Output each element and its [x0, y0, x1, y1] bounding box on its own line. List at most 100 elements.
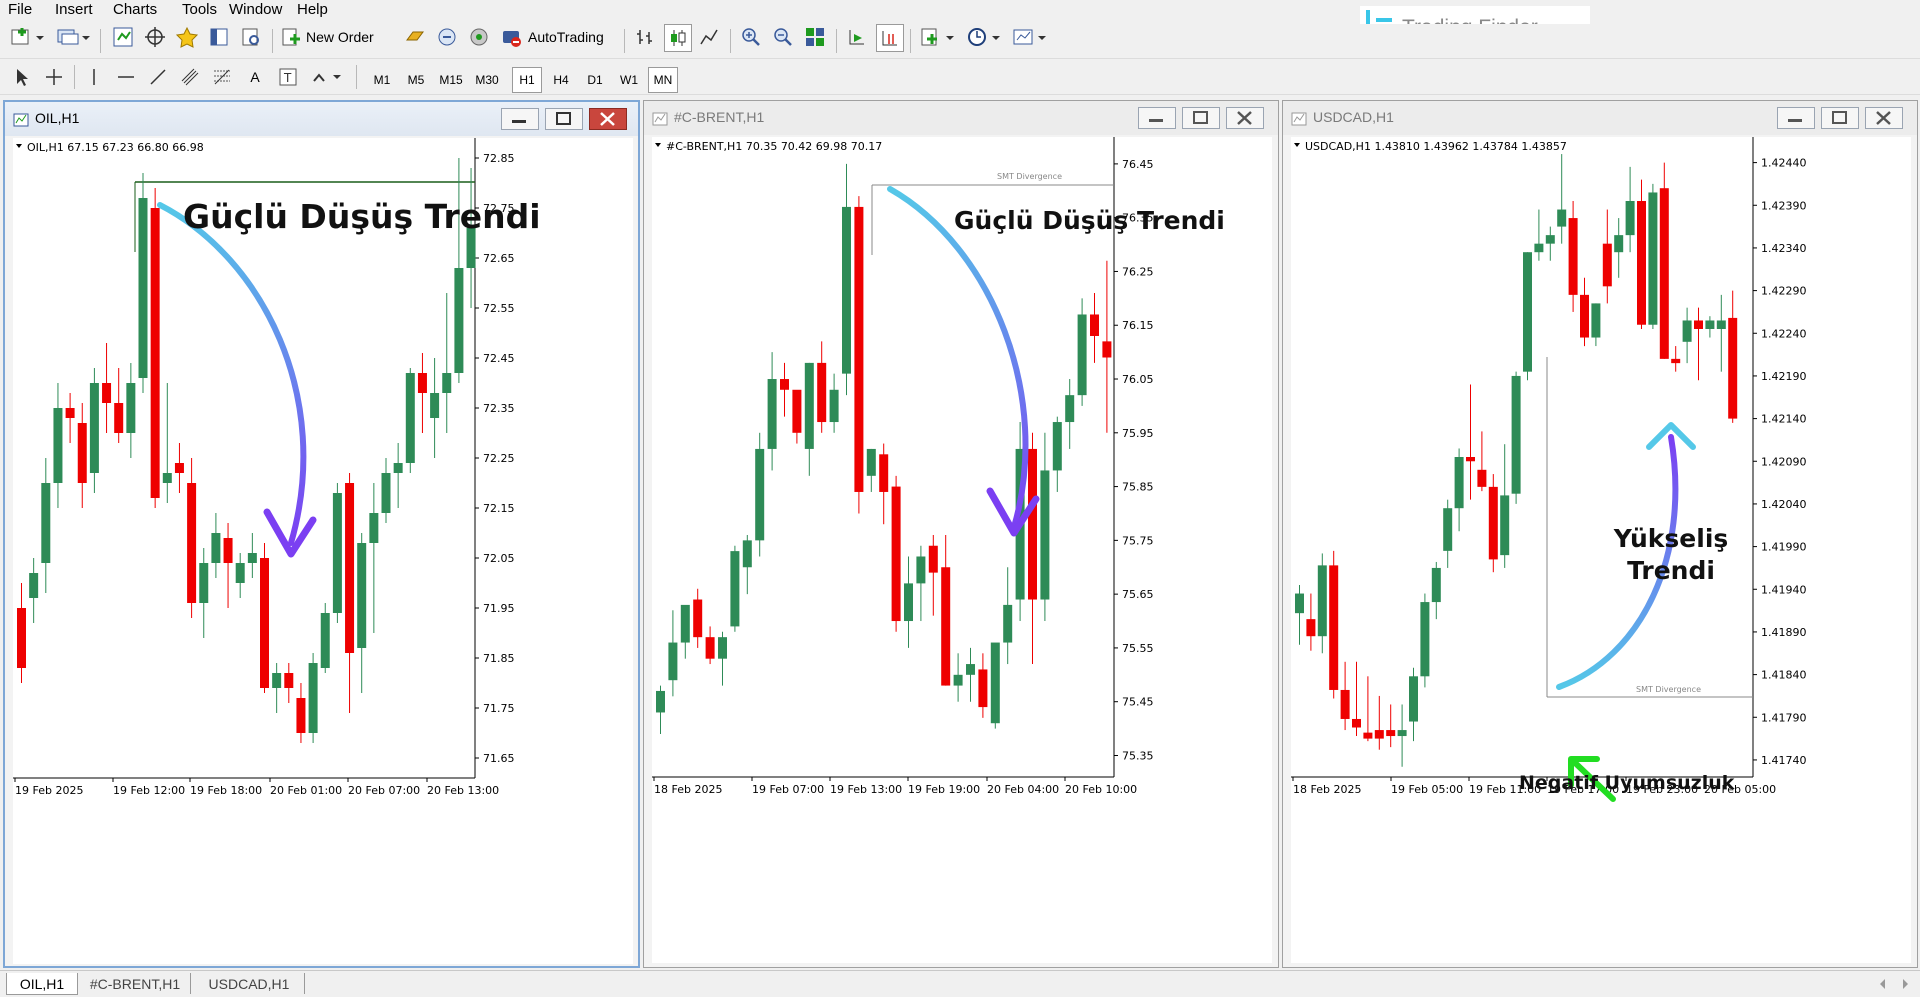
menu-charts[interactable]: Charts	[109, 1, 161, 18]
time-tick-label: 19 Feb 07:00	[752, 783, 824, 796]
minimize-button[interactable]	[1138, 107, 1176, 129]
vertical-line-icon[interactable]	[82, 64, 106, 90]
candle-body	[284, 673, 294, 688]
tabs-scroll-left-icon[interactable]	[1876, 976, 1890, 990]
tab-brent[interactable]: #C-BRENT,H1	[80, 973, 191, 994]
maximize-button[interactable]	[1182, 107, 1220, 129]
line-chart-icon[interactable]	[696, 24, 722, 50]
fibonacci-icon[interactable]	[210, 64, 234, 90]
time-tick-label: 20 Feb 01:00	[270, 784, 342, 797]
timeframe-mn[interactable]: MN	[648, 67, 678, 93]
market-watch-icon[interactable]	[110, 24, 136, 50]
candle-body	[1682, 320, 1692, 342]
price-tick-label: 72.15	[483, 502, 515, 515]
candle-body	[1420, 602, 1430, 677]
candle-body	[1003, 604, 1013, 643]
zoom-in-icon[interactable]	[738, 24, 764, 50]
candle-body	[730, 551, 740, 627]
chart-window-usdcad[interactable]: USDCAD,H1 USDCAD,H1 1.43810 1.43962 1.43…	[1282, 100, 1918, 968]
tab-usdcad[interactable]: USDCAD,H1	[194, 973, 305, 994]
candle-body	[1648, 192, 1658, 325]
gold-icon[interactable]	[402, 24, 428, 50]
menu-file[interactable]: File	[4, 1, 36, 18]
price-tick-label: 1.41740	[1761, 754, 1807, 767]
candle-body	[126, 383, 136, 433]
trend-annotation-line2: Trendi	[1627, 556, 1715, 585]
candle-body	[1694, 320, 1703, 329]
candle-body	[966, 664, 975, 675]
chart-window-titlebar[interactable]: OIL,H1	[5, 102, 638, 136]
horizontal-line-icon[interactable]	[114, 64, 138, 90]
crosshair-tool-icon[interactable]	[42, 64, 66, 90]
menu-tools[interactable]: Tools	[178, 1, 221, 18]
periods-icon[interactable]	[964, 24, 1004, 50]
price-chart-usdcad[interactable]: USDCAD,H1 1.43810 1.43962 1.43784 1.4385…	[1291, 137, 1911, 963]
signals-icon[interactable]	[434, 24, 460, 50]
timeframe-m5[interactable]: M5	[400, 67, 432, 93]
cursor-icon[interactable]	[10, 64, 34, 90]
trendline-icon[interactable]	[146, 64, 170, 90]
timeframe-m15[interactable]: M15	[434, 67, 468, 93]
zoom-out-icon[interactable]	[770, 24, 796, 50]
tab-oil[interactable]: OIL,H1	[6, 973, 78, 995]
timeframe-h1[interactable]: H1	[512, 67, 542, 93]
market-icon[interactable]	[466, 24, 492, 50]
candlestick-chart-icon[interactable]	[664, 24, 692, 52]
arrows-icon[interactable]	[310, 64, 344, 90]
new-order-button[interactable]: New Order	[280, 24, 400, 50]
timeframe-m1[interactable]: M1	[366, 67, 398, 93]
chart-background	[13, 138, 633, 964]
close-button[interactable]	[1865, 107, 1903, 129]
maximize-button[interactable]	[545, 108, 583, 130]
price-tick-label: 1.41840	[1761, 669, 1807, 682]
text-tool-icon[interactable]: A	[244, 64, 266, 90]
candle-body	[842, 206, 851, 374]
channel-icon[interactable]	[178, 64, 202, 90]
chart-window-oil[interactable]: OIL,H1 OIL,H1 67.15 67.23 66.80 66.98 72.…	[3, 100, 640, 968]
chart-window-titlebar[interactable]: USDCAD,H1	[1283, 101, 1917, 135]
tile-windows-icon[interactable]	[802, 24, 828, 50]
candle-body	[150, 208, 160, 498]
chart-window-title: OIL,H1	[35, 110, 80, 126]
candle-body	[1340, 689, 1350, 719]
autotrading-button[interactable]: AutoTrading	[500, 24, 616, 50]
candle-body	[941, 567, 951, 686]
navigator-icon[interactable]	[206, 24, 232, 50]
templates-icon[interactable]	[1010, 24, 1050, 50]
time-tick-label: 19 Feb 12:00	[113, 784, 185, 797]
indicators-icon[interactable]	[918, 24, 958, 50]
maximize-button[interactable]	[1821, 107, 1859, 129]
minimize-button[interactable]	[501, 108, 539, 130]
timeframe-h4[interactable]: H4	[546, 67, 576, 93]
new-chart-icon[interactable]	[8, 24, 48, 50]
close-button[interactable]	[589, 108, 627, 130]
crosshair-icon[interactable]	[142, 24, 168, 50]
timeframe-w1[interactable]: W1	[614, 67, 644, 93]
price-tick-label: 1.42190	[1761, 370, 1807, 383]
price-chart-oil[interactable]: OIL,H1 67.15 67.23 66.80 66.9872.8572.75…	[13, 138, 633, 964]
menu-insert[interactable]: Insert	[51, 1, 97, 18]
tabs-scroll-right-icon[interactable]	[1898, 976, 1912, 990]
chart-tabs-bar: OIL,H1 #C-BRENT,H1 USDCAD,H1	[0, 970, 1920, 997]
timeframe-m30[interactable]: M30	[470, 67, 504, 93]
profiles-icon[interactable]	[54, 24, 94, 50]
chart-shift-icon[interactable]	[876, 24, 904, 52]
price-tick-label: 71.65	[483, 752, 515, 765]
candle-body	[296, 698, 306, 733]
favorites-icon[interactable]	[174, 24, 200, 50]
timeframe-d1[interactable]: D1	[580, 67, 610, 93]
minimize-button[interactable]	[1777, 107, 1815, 129]
bar-chart-icon[interactable]	[632, 24, 658, 50]
chart-window-titlebar[interactable]: #C-BRENT,H1	[644, 101, 1278, 135]
menu-window[interactable]: Window	[225, 1, 286, 18]
text-label-icon[interactable]: T	[276, 64, 300, 90]
candle-body	[817, 362, 827, 423]
menu-help[interactable]: Help	[293, 1, 332, 18]
chart-window-brent[interactable]: #C-BRENT,H1 #C-BRENT,H1 70.35 70.42 69.9…	[643, 100, 1279, 968]
strategy-tester-icon[interactable]	[238, 24, 264, 50]
auto-scroll-icon[interactable]	[844, 24, 870, 50]
close-button[interactable]	[1226, 107, 1264, 129]
candle-body	[247, 553, 257, 563]
smt-divergence-label: SMT Divergence	[997, 172, 1062, 181]
price-chart-brent[interactable]: #C-BRENT,H1 70.35 70.42 69.98 70.17 76.45…	[652, 137, 1272, 963]
